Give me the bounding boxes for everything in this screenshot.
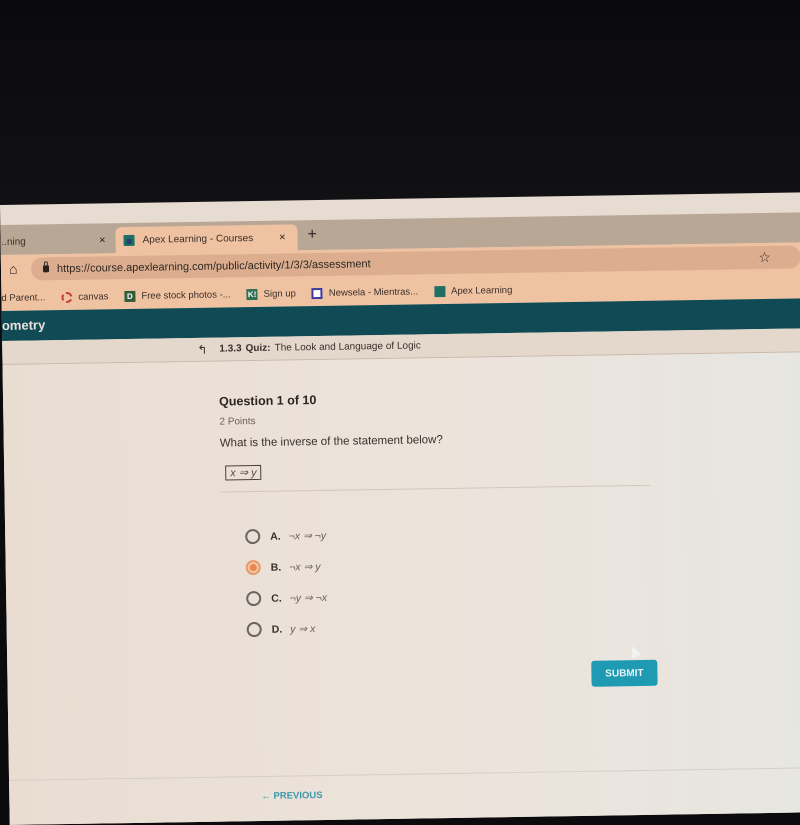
tab-label: Apex Learning - Courses [142, 232, 254, 246]
url-text[interactable]: https://course.apexlearning.com/public/a… [57, 258, 371, 275]
option-a[interactable]: A. ¬x ⇒ ¬y [245, 520, 326, 552]
option-d[interactable]: D. y ⇒ x [246, 613, 327, 645]
option-text: ¬x ⇒ ¬y [288, 529, 327, 543]
option-letter: D. [271, 623, 283, 636]
option-letter: B. [270, 561, 282, 574]
submit-button[interactable]: SUBMIT [591, 659, 658, 687]
quiz-number: 1.3.3 [219, 343, 242, 355]
statement-box: x ⇒ y [225, 464, 262, 481]
newsela-icon [311, 287, 323, 299]
bookmark-label: Newsela - Mientras... [328, 285, 419, 299]
question-points: 2 Points [219, 416, 256, 428]
option-letter: C. [271, 592, 282, 605]
bookmark-parent[interactable]: d Parent... [1, 292, 45, 304]
previous-button[interactable]: ← PREVIOUS [261, 790, 322, 802]
radio-button[interactable] [246, 621, 262, 638]
lock-icon [42, 265, 50, 273]
bookmark-apex-learning[interactable]: Apex Learning [433, 284, 513, 297]
k-icon: K! [246, 288, 258, 300]
bookmark-label: canvas [78, 290, 109, 303]
option-b[interactable]: B. ¬x ⇒ y [245, 551, 326, 583]
new-tab-icon[interactable]: + [307, 226, 317, 244]
divider [220, 484, 651, 493]
bookmark-sign-up[interactable]: K! Sign up [246, 287, 296, 300]
apex-favicon-icon [123, 234, 135, 246]
option-letter: A. [270, 530, 281, 543]
browser-window: ...ning × Apex Learning - Courses × + ⌂ … [0, 192, 800, 825]
radio-button[interactable] [245, 528, 261, 545]
course-title: ometry [1, 317, 46, 333]
bookmark-label: d Parent... [1, 291, 46, 304]
tab-active[interactable]: Apex Learning - Courses × [115, 224, 298, 254]
quiz-type: Quiz: [245, 342, 271, 355]
bookmark-label: Free stock photos -... [141, 288, 231, 302]
bookmark-newsela[interactable]: Newsela - Mientras... [311, 285, 419, 299]
bookmark-label: Apex Learning [450, 284, 513, 297]
bookmark-label: Sign up [263, 287, 296, 300]
radio-button-selected[interactable] [245, 559, 261, 576]
d-icon: D [124, 290, 136, 302]
tab-inactive[interactable]: ...ning × [0, 227, 116, 255]
close-icon[interactable]: × [279, 232, 286, 244]
question-text: What is the inverse of the statement bel… [219, 434, 443, 450]
star-icon[interactable]: ☆ [758, 249, 771, 266]
footer-divider [9, 767, 800, 781]
close-icon[interactable]: × [99, 234, 106, 246]
option-text: ¬x ⇒ y [289, 560, 321, 574]
question-panel: Question 1 of 10 2 Points What is the in… [2, 352, 800, 825]
bookmark-canvas[interactable]: canvas [61, 291, 108, 303]
back-up-icon[interactable]: ↰ [197, 342, 207, 356]
apex-icon [433, 285, 446, 297]
quiz-title: The Look and Language of Logic [274, 340, 421, 354]
tab-label: ...ning [0, 236, 26, 248]
option-c[interactable]: C. ¬y ⇒ ¬x [246, 582, 327, 614]
radio-button[interactable] [246, 590, 262, 607]
question-heading: Question 1 of 10 [219, 393, 317, 409]
mouse-cursor-icon [626, 643, 642, 659]
answer-options: A. ¬x ⇒ ¬y B. ¬x ⇒ y C. ¬y ⇒ ¬x D. y ⇒ x [245, 520, 328, 645]
option-text: ¬y ⇒ ¬x [289, 591, 328, 604]
option-text: y ⇒ x [290, 622, 316, 635]
home-icon[interactable]: ⌂ [9, 261, 23, 277]
canvas-icon [61, 291, 73, 303]
bookmark-free-stock-photos[interactable]: D Free stock photos -... [124, 288, 231, 302]
